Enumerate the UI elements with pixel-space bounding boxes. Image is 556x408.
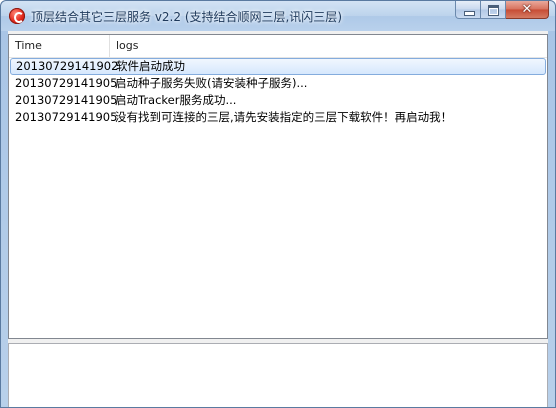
row-log: 软件启动成功 <box>116 59 185 73</box>
list-header: Time logs <box>9 35 547 58</box>
close-icon: ✕ <box>521 2 533 17</box>
row-time: 20130729141905 <box>15 93 118 107</box>
log-textbox[interactable] <box>8 343 548 407</box>
maximize-button[interactable] <box>481 1 506 19</box>
table-row[interactable]: 20130729141902 软件启动成功 <box>10 58 546 75</box>
title-bar[interactable]: 顶层结合其它三层服务 v2.2 (支持结合顺网三层,讯闪三层) ✕ <box>1 1 555 31</box>
row-time: 20130729141905 <box>15 110 118 124</box>
app-icon[interactable] <box>9 8 25 24</box>
row-time: 20130729141905 <box>15 76 118 90</box>
row-time: 20130729141902 <box>16 59 119 73</box>
maximize-icon <box>488 5 499 16</box>
main-window: 顶层结合其它三层服务 v2.2 (支持结合顺网三层,讯闪三层) ✕ Time l… <box>0 0 556 408</box>
table-row[interactable]: 20130729141905 没有找到可连接的三层,请先安装指定的三层下载软件！… <box>9 109 547 126</box>
row-log: 启动种子服务失败(请安装种子服务)... <box>115 76 308 90</box>
caption-buttons: ✕ <box>455 1 549 20</box>
row-log: 启动Tracker服务成功... <box>115 93 237 107</box>
minimize-button[interactable] <box>455 1 481 19</box>
table-row[interactable]: 20130729141905 启动Tracker服务成功... <box>9 92 547 109</box>
window-title: 顶层结合其它三层服务 v2.2 (支持结合顺网三层,讯闪三层) <box>31 10 342 24</box>
log-listview[interactable]: Time logs 20130729141902 软件启动成功 20130729… <box>8 34 548 339</box>
row-log: 没有找到可连接的三层,请先安装指定的三层下载软件！再启动我！ <box>115 110 453 124</box>
close-button[interactable]: ✕ <box>506 1 549 19</box>
client-area: Time logs 20130729141902 软件启动成功 20130729… <box>8 31 548 407</box>
column-header-logs[interactable]: logs <box>110 35 556 57</box>
table-row[interactable]: 20130729141905 启动种子服务失败(请安装种子服务)... <box>9 75 547 92</box>
log-rows: 20130729141902 软件启动成功 20130729141905 启动种… <box>9 57 547 126</box>
column-header-time[interactable]: Time <box>9 35 110 57</box>
minimize-icon <box>464 11 475 16</box>
